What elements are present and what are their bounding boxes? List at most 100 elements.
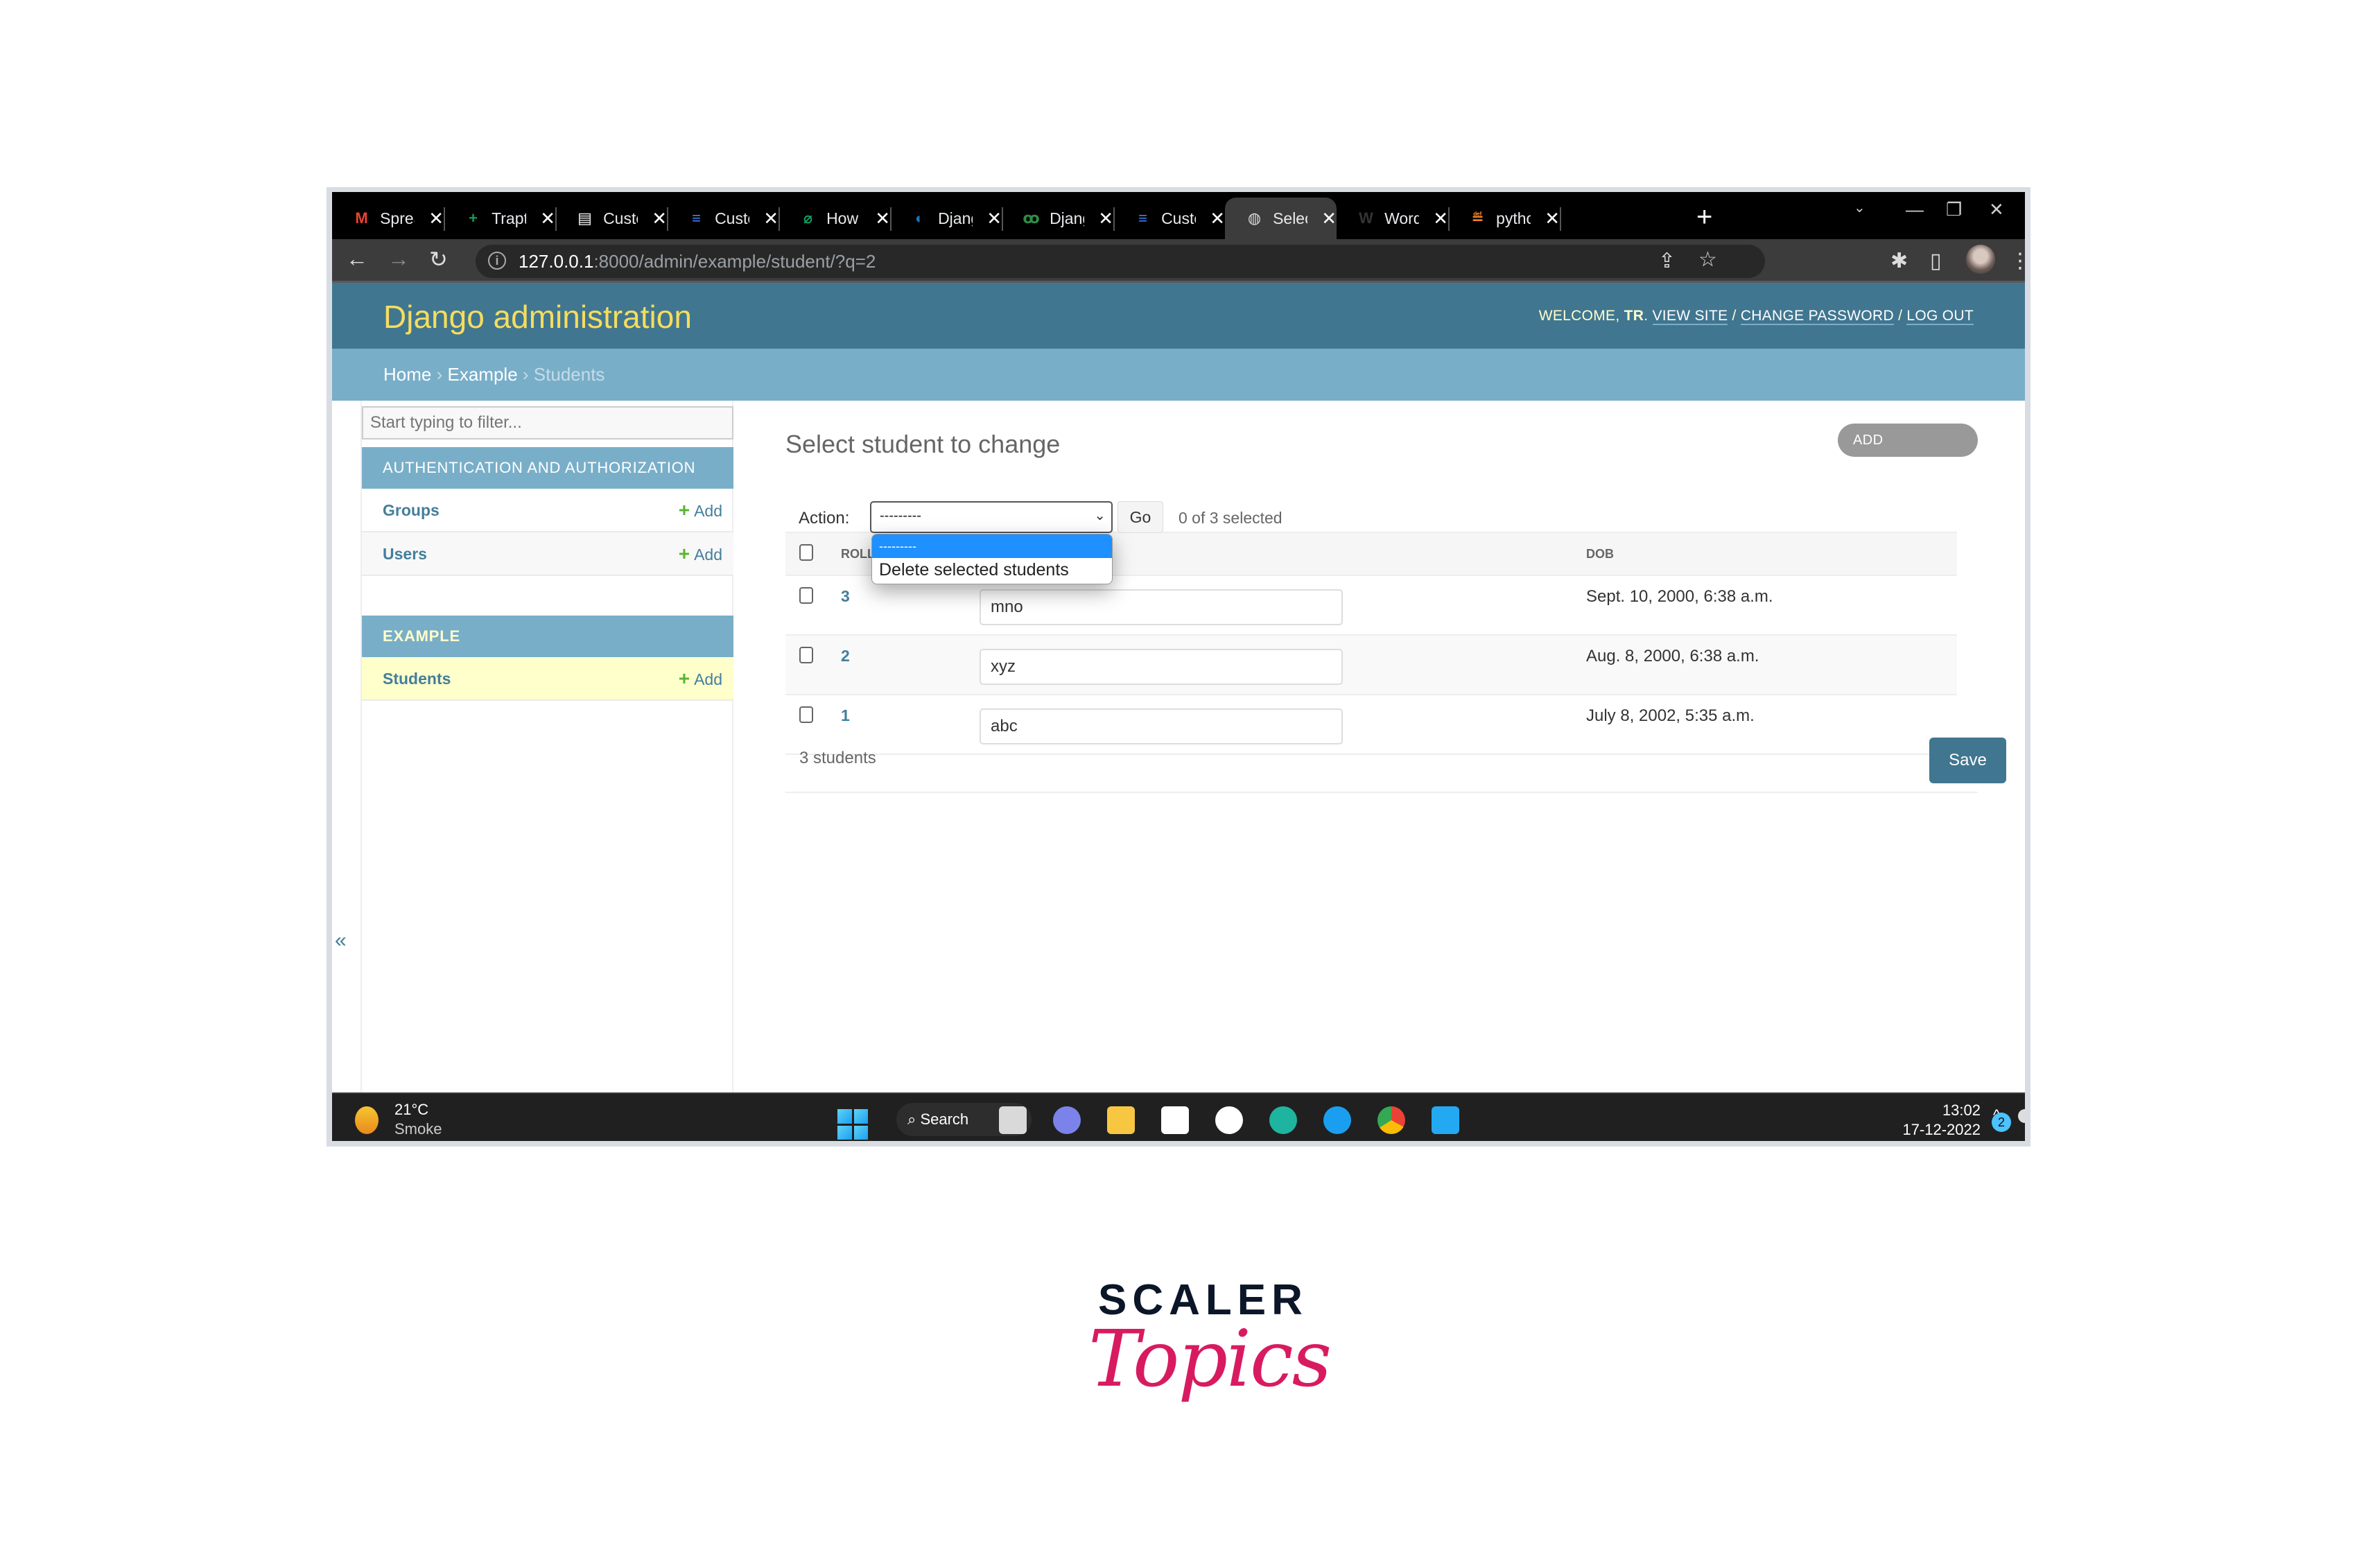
browser-menu-icon[interactable]: ⋮ bbox=[2010, 249, 2025, 273]
profile-avatar[interactable] bbox=[1966, 245, 1995, 274]
desktop-screen: + ⌄ — ❐ ✕ M Sprea ✕ + Trapt ✕ ▤ Custo ✕ ≡ Custo ✕ ⌀ H… bbox=[332, 192, 2025, 1141]
close-tab-icon[interactable]: ✕ bbox=[1433, 208, 1448, 229]
close-tab-icon[interactable]: ✕ bbox=[540, 208, 555, 229]
change-password-link[interactable]: CHANGE PASSWORD bbox=[1740, 308, 1894, 325]
select-all-checkbox[interactable] bbox=[799, 543, 813, 561]
extensions-icon[interactable]: ✱ bbox=[1890, 249, 1908, 273]
welcome-text: WELCOME, bbox=[1538, 308, 1620, 324]
roll-link[interactable]: 1 bbox=[841, 706, 850, 724]
add-student-button[interactable]: ADD STUDENT + bbox=[1838, 424, 1978, 484]
address-bar[interactable]: i 127.0.0.1:8000/admin/example/student/?… bbox=[476, 245, 1765, 278]
task-view-icon[interactable] bbox=[999, 1106, 1027, 1134]
search-icon: ⌕ bbox=[907, 1110, 921, 1128]
name-input[interactable] bbox=[980, 649, 1343, 685]
collapse-sidebar-icon[interactable]: « bbox=[335, 929, 347, 952]
add-group-link[interactable]: + Add bbox=[679, 489, 722, 532]
breadcrumb-home[interactable]: Home bbox=[383, 364, 431, 385]
vscode-icon[interactable] bbox=[1432, 1106, 1459, 1134]
sidebar-item-label[interactable]: Users bbox=[383, 545, 427, 563]
browser-tab[interactable]: ≝ pytho ✕ bbox=[1448, 198, 1561, 239]
browser-tab[interactable]: ꝏ Djang ✕ bbox=[1002, 198, 1115, 239]
start-menu-icon[interactable] bbox=[837, 1109, 868, 1140]
roll-link[interactable]: 3 bbox=[841, 587, 850, 605]
forward-icon[interactable]: → bbox=[388, 246, 410, 272]
window-close-icon[interactable]: ✕ bbox=[1989, 199, 2004, 220]
breadcrumb-example[interactable]: Example bbox=[448, 364, 518, 385]
tab-separator bbox=[1560, 207, 1561, 231]
sidebar-item-label[interactable]: Students bbox=[383, 670, 451, 688]
add-user-link[interactable]: + Add bbox=[679, 532, 722, 576]
weather-temperature[interactable]: 21°C bbox=[394, 1101, 428, 1119]
sidebar-item-students[interactable]: Students + Add bbox=[362, 657, 733, 701]
paginator: 3 students Save bbox=[785, 725, 2006, 793]
side-panel-icon[interactable]: ▯ bbox=[1930, 249, 1942, 273]
sidebar-item-users[interactable]: Users + Add bbox=[362, 532, 733, 576]
module-example-caption[interactable]: EXAMPLE bbox=[362, 616, 733, 657]
weather-icon[interactable] bbox=[355, 1106, 379, 1134]
windows-taskbar: 21°C Smoke ⌕ Search ^ ENGIN ◠ 🕪 13:0217-… bbox=[332, 1092, 2025, 1141]
module-auth-caption[interactable]: AUTHENTICATION AND AUTHORIZATION bbox=[362, 447, 733, 489]
close-tab-icon[interactable]: ✕ bbox=[1321, 208, 1337, 229]
browser-tab[interactable]: ▤ Custo ✕ bbox=[555, 198, 668, 239]
microsoft-store-icon[interactable] bbox=[1161, 1106, 1189, 1134]
browser-tab[interactable]: ◍ Selec ✕ bbox=[1225, 198, 1337, 239]
action-select[interactable]: --------- ⌄ bbox=[870, 501, 1113, 533]
share-icon[interactable]: ⇪ bbox=[1658, 249, 1676, 273]
chrome-icon[interactable] bbox=[1377, 1106, 1405, 1134]
restore-icon[interactable]: ❐ bbox=[1946, 199, 1962, 220]
browser-tab[interactable]: ⌀ How ✕ bbox=[779, 198, 892, 239]
browser-tab-bar: + ⌄ — ❐ ✕ M Sprea ✕ + Trapt ✕ ▤ Custo ✕ ≡ Custo ✕ ⌀ H… bbox=[332, 192, 2025, 239]
close-tab-icon[interactable]: ✕ bbox=[1545, 208, 1560, 229]
close-tab-icon[interactable]: ✕ bbox=[1098, 208, 1113, 229]
site-info-icon[interactable]: i bbox=[488, 252, 506, 270]
onedrive-icon[interactable] bbox=[2018, 1109, 2025, 1123]
help-icon[interactable] bbox=[1323, 1106, 1351, 1134]
browser-tab[interactable]: + Trapt ✕ bbox=[444, 198, 557, 239]
close-tab-icon[interactable]: ✕ bbox=[763, 208, 779, 229]
nav-filter-input[interactable] bbox=[362, 406, 733, 439]
close-tab-icon[interactable]: ✕ bbox=[652, 208, 667, 229]
page-title: Select student to change bbox=[785, 430, 1061, 458]
browser-tab[interactable]: ≡ Custo ✕ bbox=[1113, 198, 1225, 239]
log-out-link[interactable]: LOG OUT bbox=[1906, 308, 1974, 325]
close-tab-icon[interactable]: ✕ bbox=[986, 208, 1002, 229]
browser-tab[interactable]: W Word ✕ bbox=[1337, 198, 1450, 239]
row-select-checkbox[interactable] bbox=[799, 706, 813, 723]
app-white-icon[interactable] bbox=[1215, 1106, 1243, 1134]
back-icon[interactable]: ← bbox=[346, 246, 368, 272]
site-branding[interactable]: Django administration bbox=[383, 298, 692, 336]
browser-tab[interactable]: ≡ Custo ✕ bbox=[667, 198, 780, 239]
sidebar-item-groups[interactable]: Groups + Add bbox=[362, 489, 733, 532]
breadcrumb-separator: › bbox=[522, 364, 529, 385]
reload-icon[interactable]: ↻ bbox=[429, 246, 448, 272]
save-button[interactable]: Save bbox=[1929, 738, 2006, 783]
teams-chat-icon[interactable] bbox=[1053, 1106, 1081, 1134]
url-text[interactable]: 127.0.0.1:8000/admin/example/student/?q=… bbox=[519, 251, 876, 272]
edge-icon[interactable] bbox=[1269, 1106, 1297, 1134]
name-input[interactable] bbox=[980, 589, 1343, 625]
action-option-delete[interactable]: Delete selected students bbox=[872, 558, 1112, 582]
minimize-icon[interactable]: — bbox=[1906, 199, 1924, 220]
row-select-checkbox[interactable] bbox=[799, 647, 813, 663]
add-student-label: ADD STUDENT bbox=[1853, 433, 1921, 482]
notification-badge[interactable]: 2 bbox=[1992, 1113, 2011, 1132]
google-docs-icon: ≡ bbox=[692, 209, 701, 227]
view-site-link[interactable]: VIEW SITE bbox=[1652, 308, 1728, 325]
browser-tab[interactable]: ◐ Djang ✕ bbox=[890, 198, 1003, 239]
go-button[interactable]: Go bbox=[1117, 501, 1163, 533]
roll-link[interactable]: 2 bbox=[841, 647, 850, 665]
new-tab-button[interactable]: + bbox=[1696, 202, 1712, 233]
close-tab-icon[interactable]: ✕ bbox=[1210, 208, 1225, 229]
sidebar-item-label[interactable]: Groups bbox=[383, 501, 440, 519]
tab-search-icon[interactable]: ⌄ bbox=[1854, 199, 1865, 216]
weather-description[interactable]: Smoke bbox=[394, 1120, 442, 1138]
add-student-link[interactable]: + Add bbox=[679, 657, 722, 701]
system-clock[interactable]: 13:02 17-12-2022 bbox=[1902, 1101, 1981, 1140]
browser-tab[interactable]: M Sprea ✕ bbox=[332, 198, 445, 239]
bookmark-star-icon[interactable]: ☆ bbox=[1698, 247, 1717, 272]
close-tab-icon[interactable]: ✕ bbox=[428, 208, 444, 229]
row-select-checkbox[interactable] bbox=[799, 587, 813, 604]
close-tab-icon[interactable]: ✕ bbox=[875, 208, 890, 229]
file-explorer-icon[interactable] bbox=[1107, 1106, 1135, 1134]
action-option-blank[interactable]: --------- bbox=[872, 534, 1112, 558]
